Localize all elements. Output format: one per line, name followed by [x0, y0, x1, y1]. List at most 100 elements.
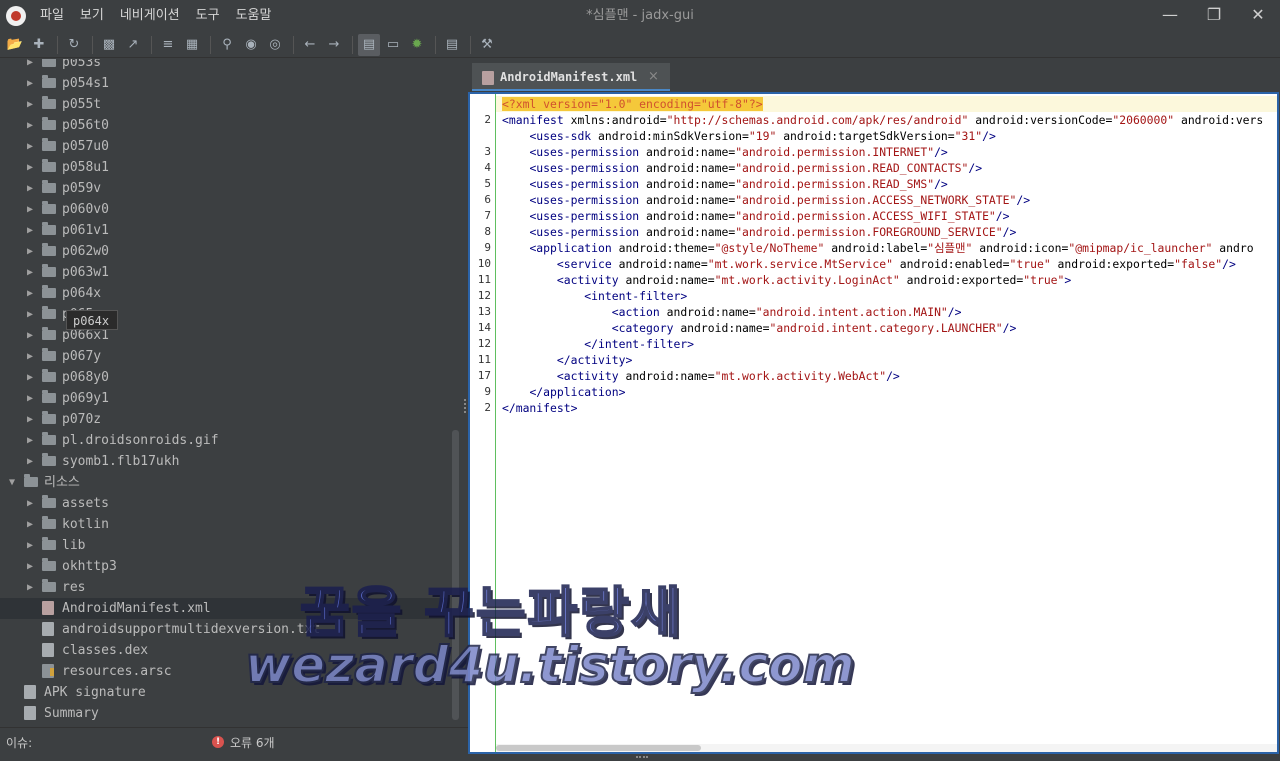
toolbar: 📂 ✚ ↻ ▩ ↗ ≡ ▦ ⚲ ◉ ◎ ← → ▤ ▭ ✹ ▤ ⚒	[0, 32, 1280, 58]
code-line: <action android:name="android.intent.act…	[611, 305, 962, 319]
folder-icon	[42, 369, 56, 382]
title-bar: 파일 보기 네비게이션 도구 도움말 *심플맨 - jadx-gui — ❐ ✕	[0, 0, 1280, 32]
line-number: 5	[484, 177, 491, 190]
maximize-icon[interactable]: ❐	[1192, 0, 1236, 32]
tree-item-label: p057u0	[62, 139, 109, 154]
tree-item[interactable]: ▶ syomb1.flb17ukh	[0, 451, 450, 472]
menu-tools[interactable]: 도구	[188, 0, 228, 32]
tree-item[interactable]: ▶ p061v1	[0, 220, 450, 241]
tree-item[interactable]: ▶ p064x	[0, 283, 450, 304]
error-count[interactable]: 오류 6개	[230, 728, 275, 758]
flatten-icon[interactable]: ≡	[157, 34, 179, 56]
folder-icon	[42, 390, 56, 403]
tab-close-icon[interactable]: ×	[648, 63, 659, 91]
menu-help[interactable]: 도움말	[228, 0, 280, 32]
chevron-right-icon[interactable]: ▶	[24, 430, 36, 451]
preferences-icon[interactable]: ⚒	[476, 34, 498, 56]
close-icon[interactable]: ✕	[1236, 0, 1280, 32]
tree-item-label: okhttp3	[62, 559, 117, 574]
bug-icon[interactable]: ✹	[406, 34, 428, 56]
horizontal-scrollbar[interactable]	[496, 744, 1277, 752]
chevron-right-icon[interactable]: ▶	[24, 283, 36, 304]
tree-item-label: lib	[62, 538, 86, 553]
line-number: 10	[477, 257, 491, 270]
code-line: </application>	[529, 385, 626, 399]
menu-view[interactable]: 보기	[72, 0, 112, 32]
tree-item[interactable]: ▶ p057u0	[0, 136, 450, 157]
chevron-right-icon[interactable]: ▶	[24, 199, 36, 220]
chevron-right-icon[interactable]: ▶	[24, 59, 36, 73]
tree-item[interactable]: ▶ pl.droidsonroids.gif	[0, 430, 450, 451]
folder-icon	[42, 159, 56, 172]
chevron-right-icon[interactable]: ▶	[24, 535, 36, 556]
save-icon[interactable]: ▩	[98, 34, 120, 56]
code-line: <uses-permission android:name="android.p…	[529, 193, 1031, 207]
sync-icon[interactable]: ↻	[63, 34, 85, 56]
add-files-icon[interactable]: ✚	[28, 34, 50, 56]
tree-item[interactable]: ▶ p069y1	[0, 388, 450, 409]
tree-item[interactable]: ▶ lib	[0, 535, 450, 556]
search-icon[interactable]: ⚲	[216, 34, 238, 56]
tree-item[interactable]: ▶ p062w0	[0, 241, 450, 262]
chevron-right-icon[interactable]: ▶	[24, 493, 36, 514]
bottom-splitter-grip[interactable]	[636, 756, 648, 761]
search-class-icon[interactable]: ◉	[240, 34, 262, 56]
tree-item[interactable]: ▶ p054s1	[0, 73, 450, 94]
tree-item[interactable]: ▶ p068y0	[0, 367, 450, 388]
error-icon[interactable]: !	[212, 736, 224, 748]
tree-item[interactable]: ▶ p058u1	[0, 157, 450, 178]
export-icon[interactable]: ↗	[122, 34, 144, 56]
tree-item[interactable]: ▶ p063w1	[0, 262, 450, 283]
tree-item[interactable]: Summary	[0, 703, 450, 724]
chevron-right-icon[interactable]: ▶	[24, 220, 36, 241]
chevron-right-icon[interactable]: ▶	[24, 115, 36, 136]
chevron-right-icon[interactable]: ▶	[24, 367, 36, 388]
quark-icon[interactable]: ▭	[382, 34, 404, 56]
chevron-right-icon[interactable]: ▶	[24, 178, 36, 199]
folder-icon	[42, 243, 56, 256]
tree-item[interactable]: ▶ p067y	[0, 346, 450, 367]
chevron-right-icon[interactable]: ▶	[24, 514, 36, 535]
chevron-right-icon[interactable]: ▶	[24, 325, 36, 346]
forward-icon[interactable]: →	[323, 34, 345, 56]
tree-item-label: p060v0	[62, 202, 109, 217]
chevron-right-icon[interactable]: ▶	[24, 304, 36, 325]
open-folder-icon[interactable]: 📂	[4, 34, 26, 56]
chevron-right-icon[interactable]: ▶	[24, 73, 36, 94]
chevron-right-icon[interactable]: ▶	[24, 388, 36, 409]
folder-icon	[42, 537, 56, 550]
tree-item[interactable]: ▶ kotlin	[0, 514, 450, 535]
tree-item[interactable]: ▶ p060v0	[0, 199, 450, 220]
tab-androidmanifest[interactable]: AndroidManifest.xml ×	[472, 63, 670, 91]
line-number: 4	[484, 161, 491, 174]
chevron-right-icon[interactable]: ▶	[24, 94, 36, 115]
tree-item[interactable]: ▶ p059v	[0, 178, 450, 199]
chevron-right-icon[interactable]: ▶	[24, 577, 36, 598]
chevron-right-icon[interactable]: ▶	[24, 241, 36, 262]
search-usage-icon[interactable]: ◎	[264, 34, 286, 56]
tree-item[interactable]: ▼ 리소스	[0, 472, 450, 493]
chevron-right-icon[interactable]: ▶	[24, 409, 36, 430]
code-line: <activity android:name="mt.work.activity…	[556, 273, 1072, 287]
tree-item[interactable]: ▶ p070z	[0, 409, 450, 430]
menu-file[interactable]: 파일	[32, 0, 72, 32]
tree-item[interactable]: ▶ assets	[0, 493, 450, 514]
minimize-icon[interactable]: —	[1148, 0, 1192, 32]
back-icon[interactable]: ←	[299, 34, 321, 56]
tree-item-label: p054s1	[62, 76, 109, 91]
chevron-right-icon[interactable]: ▶	[24, 157, 36, 178]
chevron-right-icon[interactable]: ▶	[24, 262, 36, 283]
tree-item[interactable]: ▶ p056t0	[0, 115, 450, 136]
chevron-right-icon[interactable]: ▶	[24, 556, 36, 577]
chevron-right-icon[interactable]: ▶	[24, 346, 36, 367]
open-decomp-icon[interactable]: ▦	[181, 34, 203, 56]
tree-item[interactable]: ▶ p055t	[0, 94, 450, 115]
menu-navigation[interactable]: 네비게이션	[112, 0, 188, 32]
chevron-down-icon[interactable]: ▼	[6, 472, 18, 493]
deobfuscation-icon[interactable]: ▤	[358, 33, 380, 56]
chevron-right-icon[interactable]: ▶	[24, 451, 36, 472]
tree-item[interactable]: ▶ p053s	[0, 59, 450, 73]
chevron-right-icon[interactable]: ▶	[24, 136, 36, 157]
log-icon[interactable]: ▤	[441, 34, 463, 56]
line-number: 11	[477, 273, 491, 286]
